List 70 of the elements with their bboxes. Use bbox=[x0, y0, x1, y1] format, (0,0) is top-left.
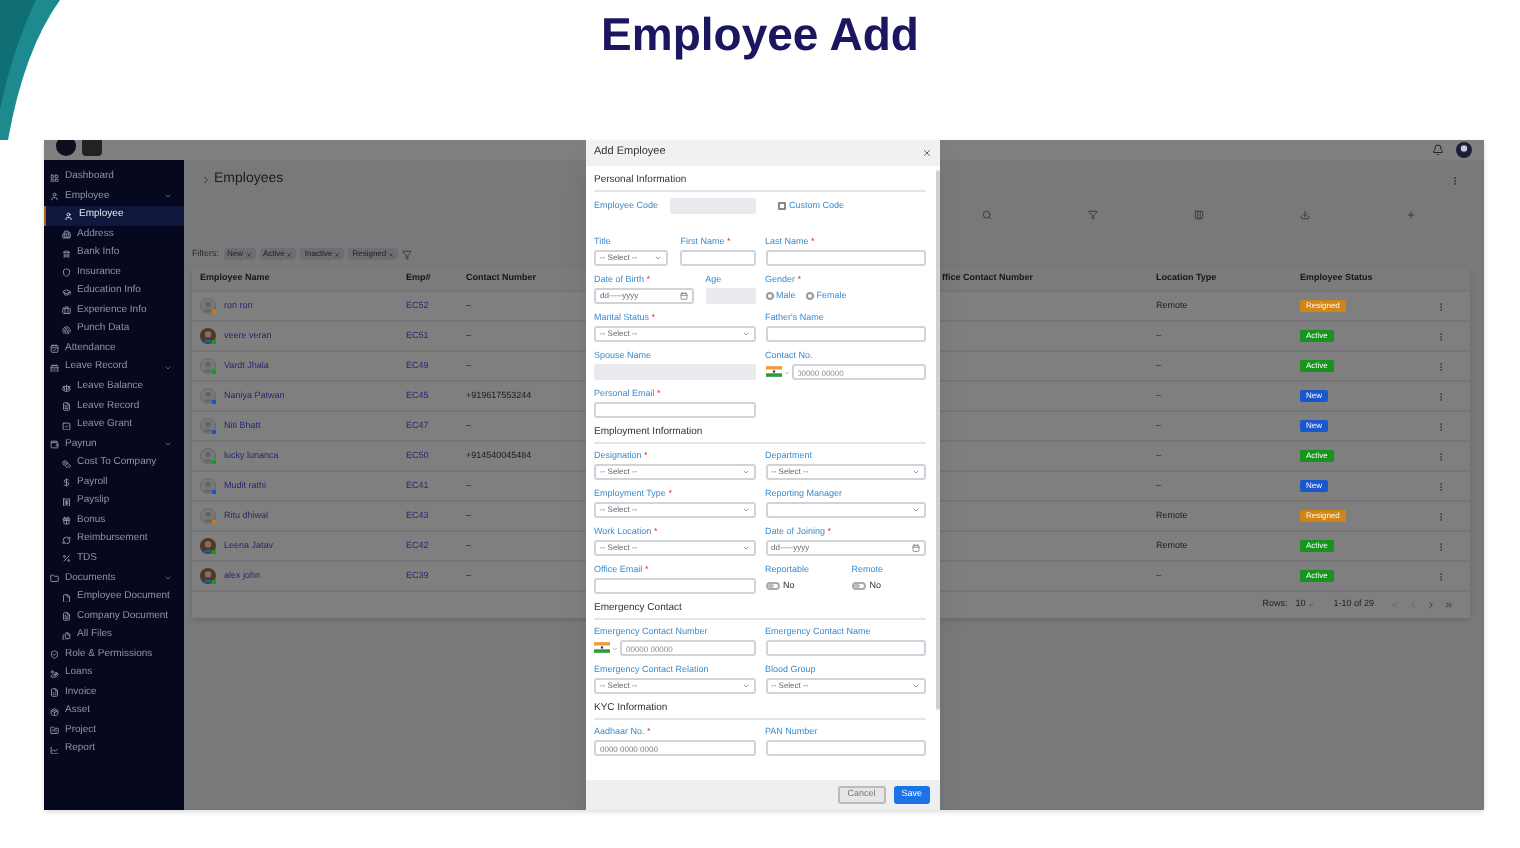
document-icon bbox=[62, 402, 71, 412]
input-field[interactable] bbox=[594, 402, 755, 418]
select-field[interactable] bbox=[765, 502, 926, 518]
input-field[interactable] bbox=[765, 640, 926, 656]
search-icon[interactable] bbox=[982, 209, 992, 219]
add-icon[interactable] bbox=[1406, 209, 1416, 219]
user-avatar bbox=[200, 388, 216, 404]
wallet-icon bbox=[50, 440, 59, 450]
calendar-icon bbox=[50, 344, 59, 354]
scale-icon bbox=[62, 383, 71, 393]
shield-check-icon bbox=[50, 650, 59, 660]
percent-icon bbox=[62, 554, 71, 564]
person-avatar bbox=[200, 538, 216, 554]
filter-icon[interactable] bbox=[1088, 209, 1098, 219]
logo-icon bbox=[56, 140, 104, 160]
user-avatar[interactable] bbox=[1456, 142, 1472, 158]
line-chart-icon bbox=[50, 745, 59, 755]
bell-icon[interactable] bbox=[1432, 144, 1444, 156]
slide-title: Employee Add bbox=[601, 5, 919, 64]
hand-coins-icon bbox=[50, 669, 59, 679]
files-icon bbox=[62, 631, 71, 641]
user-icon bbox=[50, 192, 59, 202]
checkbox-icon bbox=[62, 421, 71, 431]
fingerprint-icon bbox=[62, 325, 71, 335]
next-page-icon[interactable] bbox=[1426, 600, 1436, 610]
gift-icon bbox=[62, 516, 71, 526]
shield-icon bbox=[62, 268, 71, 278]
user-avatar bbox=[200, 418, 216, 434]
toggle-switch[interactable] bbox=[851, 582, 866, 590]
user-icon bbox=[64, 211, 73, 221]
bank-icon bbox=[62, 249, 71, 259]
coins-icon bbox=[62, 459, 71, 469]
input-field[interactable] bbox=[594, 578, 755, 594]
user-avatar bbox=[200, 478, 216, 494]
folder-icon bbox=[50, 726, 59, 736]
input-field[interactable] bbox=[765, 740, 926, 756]
file-icon bbox=[62, 593, 71, 603]
chevron-right-icon bbox=[200, 174, 212, 186]
graduation-cap-icon bbox=[62, 287, 71, 297]
spreadsheet-icon bbox=[50, 688, 59, 698]
flag-icon bbox=[594, 642, 610, 654]
scrollbar[interactable] bbox=[936, 170, 940, 710]
calendar-icon bbox=[679, 292, 688, 300]
calendar-icon bbox=[912, 544, 920, 552]
filter-icon[interactable] bbox=[402, 249, 413, 259]
briefcase-icon bbox=[62, 306, 71, 316]
wave-shape bbox=[0, 0, 60, 140]
user-avatar bbox=[200, 508, 216, 524]
last-page-icon[interactable] bbox=[1444, 600, 1454, 610]
grid-icon bbox=[50, 173, 59, 183]
folder-icon bbox=[50, 574, 59, 583]
user-avatar bbox=[200, 358, 216, 374]
package-icon bbox=[50, 707, 59, 717]
dollar-icon bbox=[62, 478, 71, 488]
refresh-icon bbox=[62, 535, 71, 545]
user-avatar bbox=[200, 298, 216, 314]
toggle-switch[interactable] bbox=[765, 582, 779, 590]
receipt-icon bbox=[62, 497, 71, 507]
input-field[interactable] bbox=[765, 250, 926, 266]
flag-icon bbox=[765, 366, 781, 378]
download-icon[interactable] bbox=[1300, 209, 1310, 219]
person-avatar bbox=[200, 328, 216, 344]
person-avatar bbox=[200, 568, 216, 584]
user-avatar bbox=[200, 448, 216, 464]
building-icon bbox=[62, 230, 71, 240]
input-field[interactable] bbox=[680, 250, 755, 266]
document-icon bbox=[62, 612, 71, 622]
calendar-icon bbox=[50, 363, 59, 373]
input-field[interactable] bbox=[765, 326, 926, 342]
columns-icon[interactable] bbox=[1194, 209, 1204, 219]
